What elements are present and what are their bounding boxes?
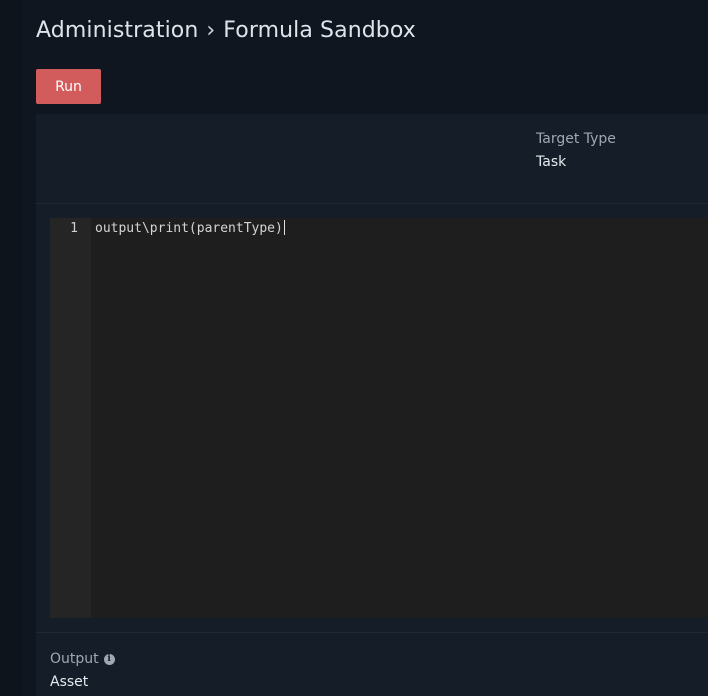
code-line[interactable]: output\print(parentType) xyxy=(95,220,285,238)
run-button[interactable]: Run xyxy=(36,69,101,104)
output-label: Output xyxy=(50,651,99,667)
formula-sandbox-page: Administration › Formula Sandbox Run Targe… xyxy=(0,0,708,696)
code-editor[interactable]: 1 output\print(parentType) xyxy=(50,218,708,618)
output-value: Asset xyxy=(50,674,89,690)
page-title: Formula Sandbox xyxy=(223,18,416,43)
breadcrumb: Administration › Formula Sandbox xyxy=(36,16,416,46)
sandbox-panel: Target Type Task 1 output\print(parentTy… xyxy=(36,114,708,696)
target-type-label: Target Type xyxy=(536,131,616,147)
target-type-value[interactable]: Task xyxy=(536,154,566,170)
line-number-gutter: 1 xyxy=(50,218,91,618)
settings-row: Target Type Task xyxy=(36,114,708,204)
info-circle-icon[interactable]: i xyxy=(103,653,115,665)
breadcrumb-separator: › xyxy=(206,18,216,43)
output-label-wrap: Output i xyxy=(50,651,115,667)
line-number: 1 xyxy=(70,221,78,236)
output-row: Output i Asset xyxy=(36,632,708,696)
text-cursor xyxy=(283,220,285,235)
breadcrumb-parent[interactable]: Administration xyxy=(36,18,198,43)
sidebar-strip xyxy=(0,0,22,696)
code-text: output\print(parentType) xyxy=(95,221,283,236)
